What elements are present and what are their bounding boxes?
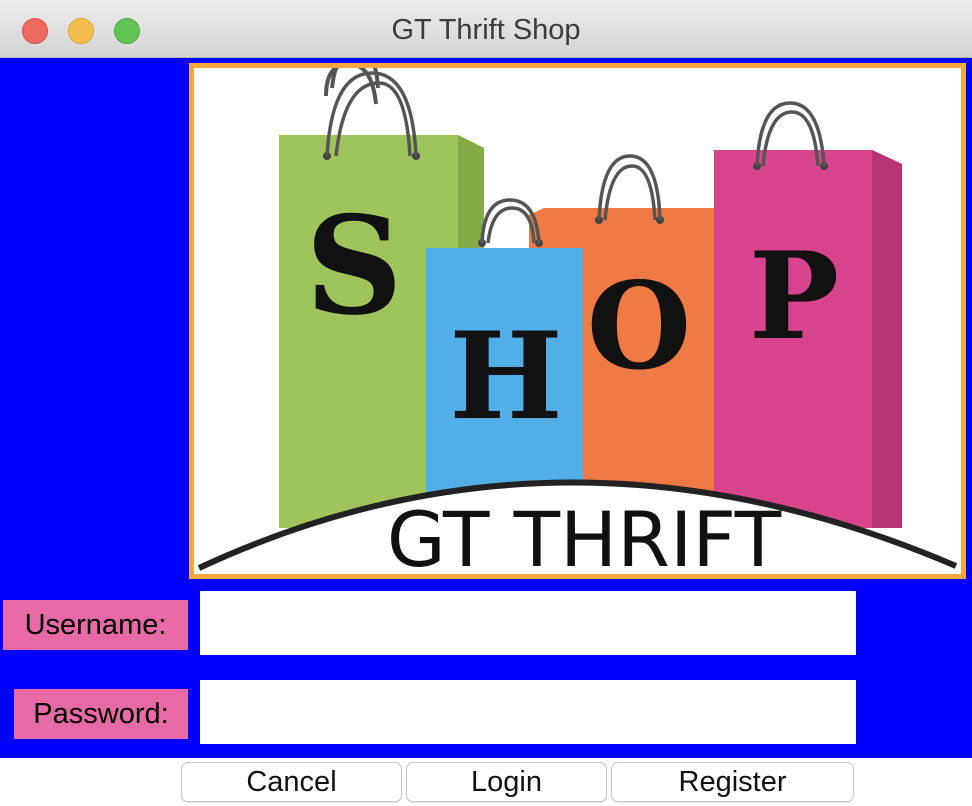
username-label: Username: bbox=[3, 600, 188, 650]
password-label: Password: bbox=[14, 689, 188, 739]
window-title: GT Thrift Shop bbox=[391, 14, 581, 46]
title-bar: GT Thrift Shop bbox=[0, 0, 972, 58]
login-panel: S O H P GT THRIFT Username: Password: bbox=[0, 58, 972, 758]
username-input[interactable] bbox=[200, 591, 856, 655]
cancel-button[interactable]: Cancel bbox=[181, 762, 402, 802]
login-button[interactable]: Login bbox=[406, 762, 607, 802]
letter-p: P bbox=[749, 226, 839, 367]
register-button[interactable]: Register bbox=[611, 762, 854, 802]
shopping-bags-logo: S O H P GT THRIFT bbox=[194, 68, 961, 574]
letter-h: H bbox=[449, 306, 562, 447]
app-window: GT Thrift Shop S O H P GT THRIFT Usernam… bbox=[0, 0, 972, 806]
pink-bag: P bbox=[714, 150, 902, 528]
shop-logo-image: S O H P GT THRIFT bbox=[189, 63, 966, 579]
letter-o: O bbox=[587, 256, 692, 397]
logo-caption: GT THRIFT bbox=[387, 495, 782, 574]
password-input[interactable] bbox=[200, 680, 856, 744]
letter-s: S bbox=[305, 186, 403, 345]
button-bar: Cancel Login Register bbox=[0, 758, 972, 806]
